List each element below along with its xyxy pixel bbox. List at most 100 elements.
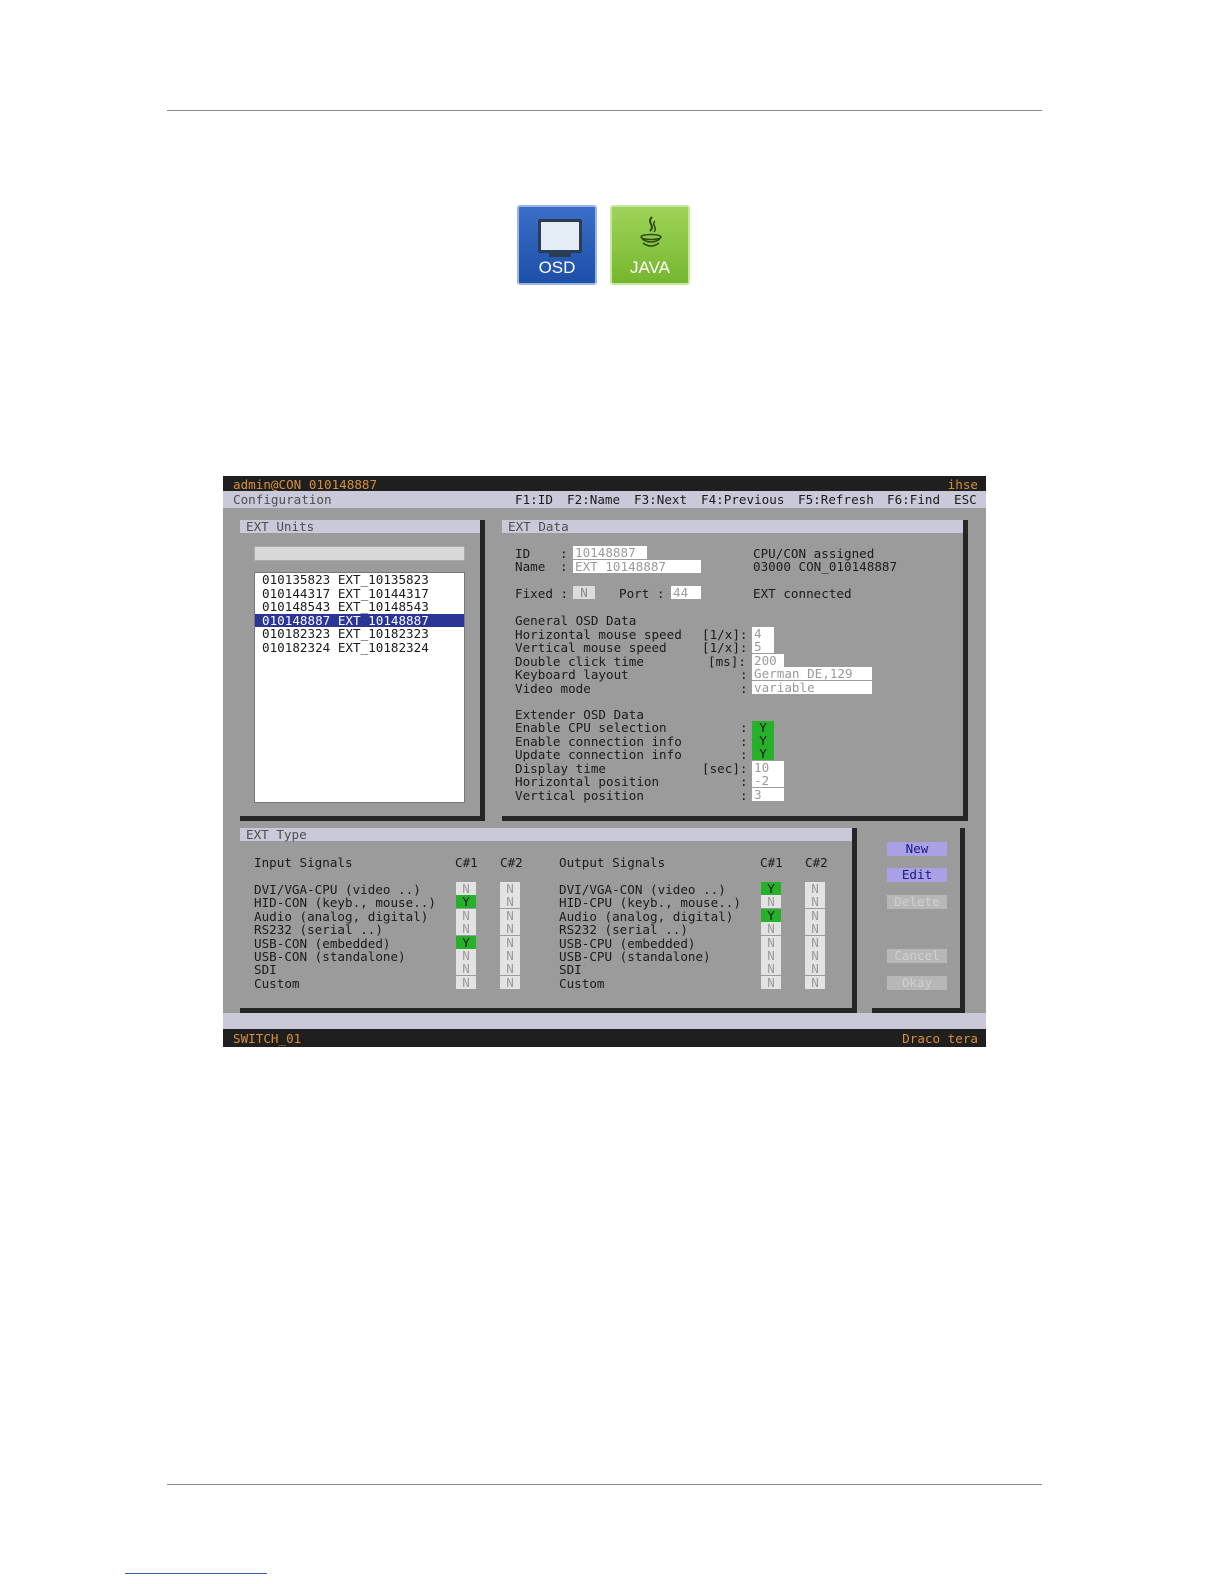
status-product: Draco tera bbox=[902, 1031, 978, 1046]
input-c1-toggle[interactable]: N bbox=[456, 882, 476, 895]
new-button[interactable]: New bbox=[887, 842, 947, 856]
v-speed-label: Vertical mouse speed bbox=[515, 640, 667, 655]
output-c2-toggle[interactable]: N bbox=[805, 895, 825, 909]
osd-badge[interactable]: OSD bbox=[517, 205, 597, 285]
input-c1-toggle[interactable]: N bbox=[456, 962, 476, 976]
list-item[interactable]: 010135823 EXT_10135823 bbox=[255, 573, 464, 587]
output-c1-toggle[interactable]: Y bbox=[761, 882, 781, 895]
v-position-sep: : bbox=[740, 788, 748, 803]
input-signal-label: USB-CON (embedded) bbox=[254, 935, 391, 951]
fkey-f2-name[interactable]: F2:Name bbox=[567, 493, 620, 506]
input-c2-toggle[interactable]: N bbox=[500, 908, 520, 922]
input-c1-toggle[interactable]: Y bbox=[456, 935, 476, 949]
output-c2-toggle[interactable]: N bbox=[805, 922, 825, 936]
list-item-selected[interactable]: 010148887 EXT_10148887 bbox=[255, 613, 464, 627]
input-c1-toggle[interactable]: Y bbox=[456, 895, 476, 909]
input-signal-label: USB-CON (standalone) bbox=[254, 949, 406, 964]
output-c1-toggle[interactable]: N bbox=[761, 895, 781, 909]
list-item[interactable]: 010148543 EXT_10148543 bbox=[255, 600, 464, 614]
output-signal-label: USB-CPU (embedded) bbox=[559, 935, 696, 951]
h-position-label: Horizontal position bbox=[515, 774, 660, 789]
fkey-f5-refresh[interactable]: F5:Refresh bbox=[798, 493, 874, 506]
video-mode-sep: : bbox=[740, 681, 748, 696]
ext-data-title: EXT Data bbox=[502, 520, 963, 533]
menu-bar: Configuration F1:ID F2:Name F3:Next F4:P… bbox=[223, 491, 986, 508]
input-c1-toggle[interactable]: N bbox=[456, 908, 476, 922]
input-c2-toggle[interactable]: N bbox=[500, 975, 520, 989]
output-c1-toggle[interactable]: N bbox=[761, 922, 781, 936]
fkey-f1-id[interactable]: F1:ID bbox=[515, 493, 553, 506]
status-bar: SWITCH_01 Draco tera bbox=[223, 1029, 986, 1047]
fixed-label: Fixed : bbox=[515, 586, 569, 601]
cancel-button[interactable]: Cancel bbox=[887, 949, 947, 963]
output-c2-toggle[interactable]: N bbox=[805, 975, 825, 989]
port-label: Port : bbox=[619, 586, 665, 601]
input-c2-toggle[interactable]: N bbox=[500, 922, 520, 936]
ext-units-title: EXT Units bbox=[240, 520, 480, 533]
output-c2-toggle[interactable]: N bbox=[805, 908, 825, 922]
cpucon-value: 03000 CON_010148887 bbox=[753, 559, 898, 574]
fkey-f4-previous[interactable]: F4:Previous bbox=[701, 493, 784, 506]
output-signal-label: Custom bbox=[559, 975, 605, 991]
input-c2-toggle[interactable]: N bbox=[500, 935, 520, 949]
output-c2-toggle[interactable]: N bbox=[805, 935, 825, 949]
output-c1-toggle[interactable]: Y bbox=[761, 908, 781, 922]
output-c1-heading: C#1 bbox=[760, 855, 783, 870]
input-c2-toggle[interactable]: N bbox=[500, 949, 520, 962]
input-c1-toggle[interactable]: N bbox=[456, 975, 476, 989]
input-c1-toggle[interactable]: N bbox=[456, 949, 476, 962]
name-sep: : bbox=[560, 559, 568, 574]
output-c1-toggle[interactable]: N bbox=[761, 962, 781, 976]
fkey-f6-find[interactable]: F6:Find bbox=[887, 493, 940, 506]
list-item[interactable]: 010182323 EXT_10182323 bbox=[255, 627, 464, 641]
list-item[interactable]: 010144317 EXT_10144317 bbox=[255, 586, 464, 601]
ext-units-list[interactable]: 010135823 EXT_10135823 010144317 EXT_101… bbox=[254, 572, 465, 803]
v-speed-unit: [1/x]: bbox=[702, 640, 748, 655]
input-signal-label: RS232 (serial ..) bbox=[254, 922, 383, 938]
input-signal-label: Custom bbox=[254, 975, 300, 991]
okay-button[interactable]: Okay bbox=[887, 976, 947, 990]
output-c2-toggle[interactable]: N bbox=[805, 962, 825, 976]
output-c2-toggle[interactable]: N bbox=[805, 949, 825, 962]
edit-button[interactable]: Edit bbox=[887, 868, 947, 882]
output-signals-heading: Output Signals bbox=[559, 855, 666, 870]
kbd-layout-field[interactable]: German DE,129 bbox=[752, 667, 872, 680]
v-position-label: Vertical position bbox=[515, 788, 644, 803]
input-c1-heading: C#1 bbox=[455, 855, 478, 870]
output-c1-toggle[interactable]: N bbox=[761, 975, 781, 989]
input-signals-heading: Input Signals bbox=[254, 855, 353, 870]
java-badge[interactable]: JAVA bbox=[610, 205, 690, 285]
output-signal-label: DVI/VGA-CON (video ..) bbox=[559, 882, 726, 897]
fkey-esc[interactable]: ESC bbox=[954, 493, 977, 506]
input-c2-toggle[interactable]: N bbox=[500, 895, 520, 909]
list-item[interactable]: 010182324 EXT_10182324 bbox=[255, 640, 464, 655]
video-mode-field[interactable]: variable bbox=[752, 681, 872, 694]
fixed-field[interactable]: N bbox=[573, 586, 595, 599]
cpu-selection-label: Enable CPU selection bbox=[515, 720, 667, 735]
v-position-field[interactable]: 3 bbox=[752, 788, 784, 801]
menu-title: Configuration bbox=[233, 492, 332, 507]
input-c2-toggle[interactable]: N bbox=[500, 962, 520, 976]
general-osd-heading: General OSD Data bbox=[515, 613, 637, 628]
output-c1-toggle[interactable]: N bbox=[761, 949, 781, 962]
ext-status: EXT connected bbox=[753, 586, 852, 601]
fkey-f3-next[interactable]: F3:Next bbox=[634, 493, 687, 506]
ext-units-filter-input[interactable] bbox=[254, 546, 465, 561]
name-label: Name bbox=[515, 559, 546, 574]
port-field[interactable]: 44 bbox=[671, 586, 701, 599]
output-signal-label: RS232 (serial ..) bbox=[559, 922, 688, 938]
kbd-layout-label: Keyboard layout bbox=[515, 667, 629, 682]
name-field[interactable]: EXT_10148887 bbox=[573, 560, 701, 573]
input-c1-toggle[interactable]: N bbox=[456, 922, 476, 936]
input-c2-toggle[interactable]: N bbox=[500, 882, 520, 895]
v-speed-field[interactable]: 5 bbox=[752, 640, 774, 653]
footer-rule bbox=[167, 1484, 1042, 1485]
output-c2-toggle[interactable]: N bbox=[805, 882, 825, 895]
output-c1-toggle[interactable]: N bbox=[761, 935, 781, 949]
id-field[interactable]: 10148887 bbox=[573, 546, 647, 559]
h-position-sep: : bbox=[740, 774, 748, 789]
ext-type-title: EXT Type bbox=[240, 828, 852, 841]
update-info-toggle[interactable]: Y bbox=[752, 747, 774, 760]
delete-button[interactable]: Delete bbox=[887, 895, 947, 909]
h-position-field[interactable]: -2 bbox=[752, 774, 784, 787]
